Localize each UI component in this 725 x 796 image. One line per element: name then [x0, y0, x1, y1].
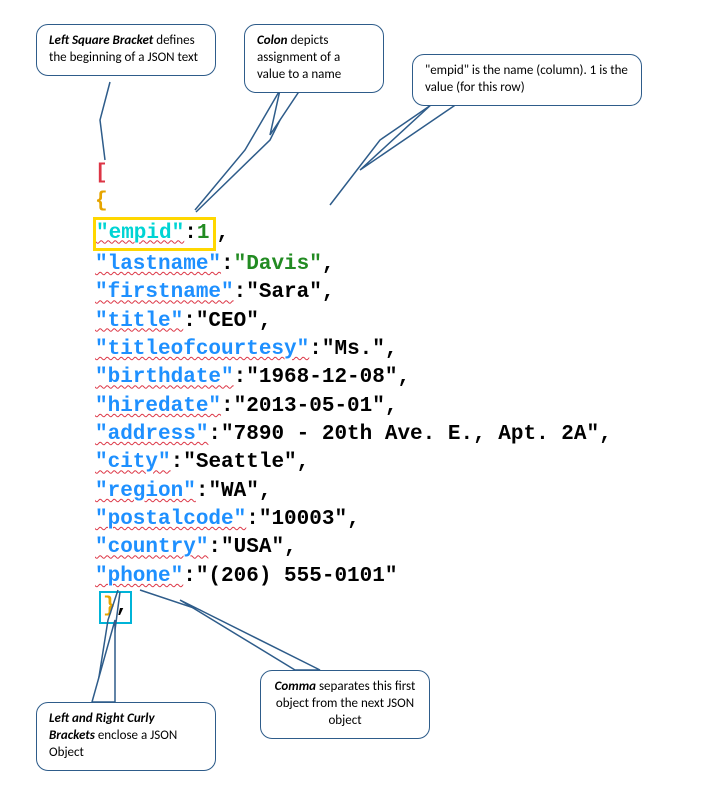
colon-separator: :	[221, 395, 234, 418]
separator-comma: ,	[116, 595, 129, 618]
json-key: "address"	[95, 423, 208, 446]
comma: ,	[397, 366, 410, 389]
code-line: "lastname":"Davis",	[95, 251, 612, 279]
json-key: "birthdate"	[95, 366, 234, 389]
colon-separator: :	[184, 222, 197, 245]
comma: ,	[385, 338, 398, 361]
colon-separator: :	[246, 508, 259, 531]
callout-comma: Comma separates this first object from t…	[260, 670, 430, 739]
code-line: "titleofcourtesy":"Ms.",	[95, 336, 612, 364]
comma: ,	[259, 480, 272, 503]
close-curly-brace: }	[103, 595, 116, 618]
colon-separator: :	[234, 281, 247, 304]
json-value: "7890 - 20th Ave. E., Apt. 2A"	[221, 423, 599, 446]
json-value: "WA"	[208, 480, 258, 503]
open-curly-brace: {	[95, 190, 108, 213]
callout-curly-brackets: Left and Right Curly Brackets enclose a …	[36, 702, 216, 771]
callout-empid: "empid" is the name (column). 1 is the v…	[412, 54, 642, 106]
colon-separator: :	[196, 480, 209, 503]
callout-text: "empid" is the name (column). 1 is the v…	[425, 63, 628, 95]
comma: ,	[347, 508, 360, 531]
json-value: "10003"	[259, 508, 347, 531]
close-brace-highlight: },	[99, 591, 132, 623]
code-line: "empid":1,	[95, 217, 612, 251]
colon-separator: :	[221, 253, 234, 276]
open-square-bracket: [	[95, 162, 108, 185]
json-key: "lastname"	[95, 253, 221, 276]
colon-separator: :	[309, 338, 322, 361]
json-value: "Davis"	[234, 253, 322, 276]
callout-colon: Colon depicts assignment of a value to a…	[244, 24, 384, 93]
callout-bold: Left Square Bracket	[49, 33, 153, 48]
comma: ,	[284, 536, 297, 559]
comma: ,	[385, 395, 398, 418]
json-key: "titleofcourtesy"	[95, 338, 309, 361]
callout-bold: Comma	[275, 679, 316, 694]
comma: ,	[216, 222, 229, 245]
json-key: "empid"	[96, 222, 184, 245]
comma: ,	[599, 423, 612, 446]
json-value: "2013-05-01"	[234, 395, 385, 418]
json-value: "Sara"	[246, 281, 322, 304]
json-key: "postalcode"	[95, 508, 246, 531]
json-key: "hiredate"	[95, 395, 221, 418]
colon-separator: :	[183, 565, 196, 588]
json-key: "city"	[95, 451, 171, 474]
code-line: "address":"7890 - 20th Ave. E., Apt. 2A"…	[95, 421, 612, 449]
json-value: "Seattle"	[183, 451, 296, 474]
code-line: "postalcode":"10003",	[95, 506, 612, 534]
code-line: "birthdate":"1968-12-08",	[95, 364, 612, 392]
callout-bold: Colon	[257, 33, 288, 48]
comma: ,	[297, 451, 310, 474]
json-value: "(206) 555-0101"	[196, 565, 398, 588]
comma: ,	[322, 253, 335, 276]
callout-left-bracket: Left Square Bracket defines the beginnin…	[36, 24, 216, 76]
json-key: "firstname"	[95, 281, 234, 304]
code-line: "region":"WA",	[95, 478, 612, 506]
comma: ,	[322, 281, 335, 304]
json-code-block: [ { "empid":1,"lastname":"Davis","firstn…	[95, 160, 612, 624]
code-line: "firstname":"Sara",	[95, 279, 612, 307]
colon-separator: :	[234, 366, 247, 389]
highlight-empid: "empid":1	[93, 217, 216, 251]
json-value: "CEO"	[196, 310, 259, 333]
colon-separator: :	[208, 536, 221, 559]
code-line: "phone":"(206) 555-0101"	[95, 563, 612, 591]
code-line: "title":"CEO",	[95, 308, 612, 336]
code-line: "country":"USA",	[95, 534, 612, 562]
json-value: "USA"	[221, 536, 284, 559]
json-value: "Ms."	[322, 338, 385, 361]
json-key: "country"	[95, 536, 208, 559]
code-line: "hiredate":"2013-05-01",	[95, 393, 612, 421]
colon-separator: :	[183, 310, 196, 333]
colon-separator: :	[171, 451, 184, 474]
json-value: "1968-12-08"	[246, 366, 397, 389]
comma: ,	[259, 310, 272, 333]
json-key: "region"	[95, 480, 196, 503]
colon-separator: :	[208, 423, 221, 446]
code-line: "city":"Seattle",	[95, 449, 612, 477]
json-key: "phone"	[95, 565, 183, 588]
json-key: "title"	[95, 310, 183, 333]
json-value: 1	[197, 222, 210, 245]
